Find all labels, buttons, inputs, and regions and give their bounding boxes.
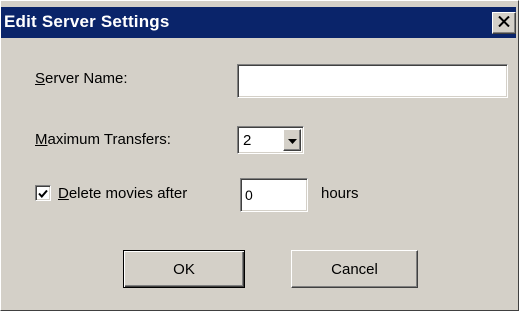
dialog-titlebar: Edit Server Settings <box>1 7 516 38</box>
max-transfers-label: Maximum Transfers: <box>35 131 171 148</box>
server-name-label: Server Name: <box>35 70 128 87</box>
cancel-button-label: Cancel <box>331 260 378 278</box>
max-transfers-select[interactable]: 2 <box>237 126 304 154</box>
cancel-button[interactable]: Cancel <box>291 250 418 288</box>
dialog-title: Edit Server Settings <box>4 12 170 31</box>
delete-movies-checkbox[interactable] <box>35 185 51 201</box>
delete-hours-input[interactable] <box>240 178 308 212</box>
server-name-input[interactable] <box>237 64 508 98</box>
checkmark-icon <box>37 187 49 205</box>
ok-button[interactable]: OK <box>123 250 245 288</box>
hours-unit-label: hours <box>321 185 359 202</box>
delete-movies-label: Delete movies after <box>58 185 188 202</box>
close-x-icon <box>498 14 510 32</box>
close-button[interactable] <box>492 12 516 34</box>
dropdown-arrow-icon <box>287 131 297 149</box>
edit-server-settings-dialog: Edit Server Settings Server Name: Maximu… <box>0 0 519 311</box>
max-transfers-dropdown-button[interactable] <box>283 129 301 151</box>
ok-button-label: OK <box>173 260 195 278</box>
max-transfers-value: 2 <box>243 132 252 149</box>
